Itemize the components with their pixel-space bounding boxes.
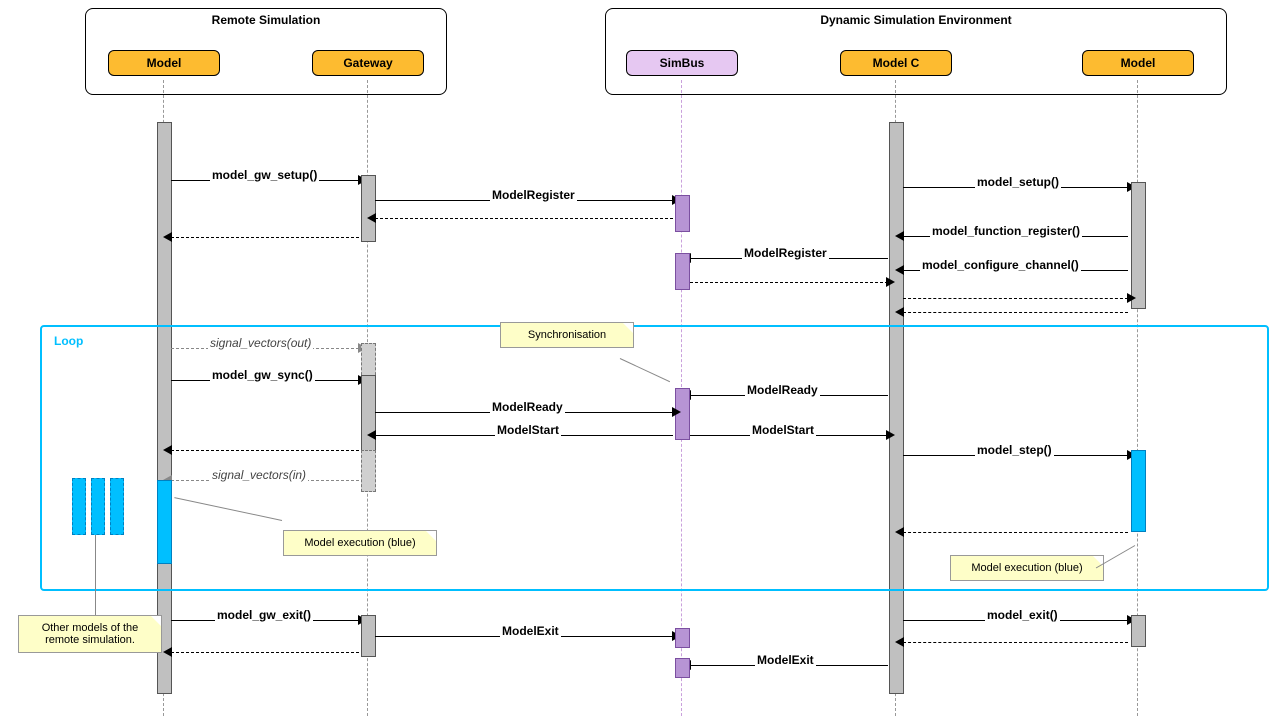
lbl-svo: signal_vectors(out) xyxy=(208,336,313,350)
ret-gwexit xyxy=(171,652,359,653)
act-gw-3 xyxy=(361,615,376,657)
lbl-gwexit: model_gw_exit() xyxy=(215,608,313,622)
participant-model-c: Model C xyxy=(840,50,952,76)
act-gw-2b xyxy=(361,450,376,492)
other-models-bars xyxy=(72,478,124,535)
note-exec-r: Model execution (blue) xyxy=(950,555,1104,581)
ret-reg1 xyxy=(375,218,673,219)
ret-step xyxy=(903,532,1128,533)
participant-model-right: Model xyxy=(1082,50,1194,76)
lbl-svi: signal_vectors(in) xyxy=(210,468,308,482)
participant-gateway: Gateway xyxy=(312,50,424,76)
participant-simbus: SimBus xyxy=(626,50,738,76)
lbl-freg: model_function_register() xyxy=(930,224,1082,238)
act-gw-1 xyxy=(361,175,376,242)
lbl-reg1: ModelRegister xyxy=(490,188,577,202)
loop-box xyxy=(40,325,1269,591)
lbl-ready1: ModelReady xyxy=(490,400,565,414)
participant-model-left: Model xyxy=(108,50,220,76)
ret-mexit xyxy=(903,642,1128,643)
act-mr-1 xyxy=(1131,182,1146,309)
lbl-mexit: model_exit() xyxy=(985,608,1060,622)
ret-setup xyxy=(903,312,1128,313)
lbl-reg2: ModelRegister xyxy=(742,246,829,260)
lbl-mexit1: ModelExit xyxy=(500,624,561,638)
act-sb-4 xyxy=(675,628,690,648)
sequence-diagram: Remote Simulation Dynamic Simulation Env… xyxy=(0,0,1281,716)
lbl-ready2: ModelReady xyxy=(745,383,820,397)
lbl-setup: model_setup() xyxy=(975,175,1061,189)
act-mr-step xyxy=(1131,450,1146,532)
lbl-sync: model_gw_sync() xyxy=(210,368,315,382)
act-mr-3 xyxy=(1131,615,1146,647)
ret-gw1 xyxy=(171,237,359,238)
loop-label: Loop xyxy=(48,332,89,350)
ret-reg2 xyxy=(690,282,888,283)
lbl-gw-setup: model_gw_setup() xyxy=(210,168,319,182)
note-other: Other models of the remote simulation. xyxy=(18,615,162,653)
note-sync: Synchronisation xyxy=(500,322,634,348)
lbl-cfgch: model_configure_channel() xyxy=(920,258,1081,272)
act-sb-2 xyxy=(675,253,690,290)
act-sb-5 xyxy=(675,658,690,678)
group-remote-title: Remote Simulation xyxy=(86,9,446,31)
lbl-start2: ModelStart xyxy=(750,423,816,437)
note-exec-l: Model execution (blue) xyxy=(283,530,437,556)
act-gw-2 xyxy=(361,375,376,452)
act-sb-1 xyxy=(675,195,690,232)
lbl-start1: ModelStart xyxy=(495,423,561,437)
lbl-mexit2: ModelExit xyxy=(755,653,816,667)
ret-cfg xyxy=(903,298,1128,299)
lbl-step: model_step() xyxy=(975,443,1054,457)
group-dse-title: Dynamic Simulation Environment xyxy=(606,9,1226,31)
ret-sync xyxy=(171,450,359,451)
act-ml-exec xyxy=(157,480,172,564)
